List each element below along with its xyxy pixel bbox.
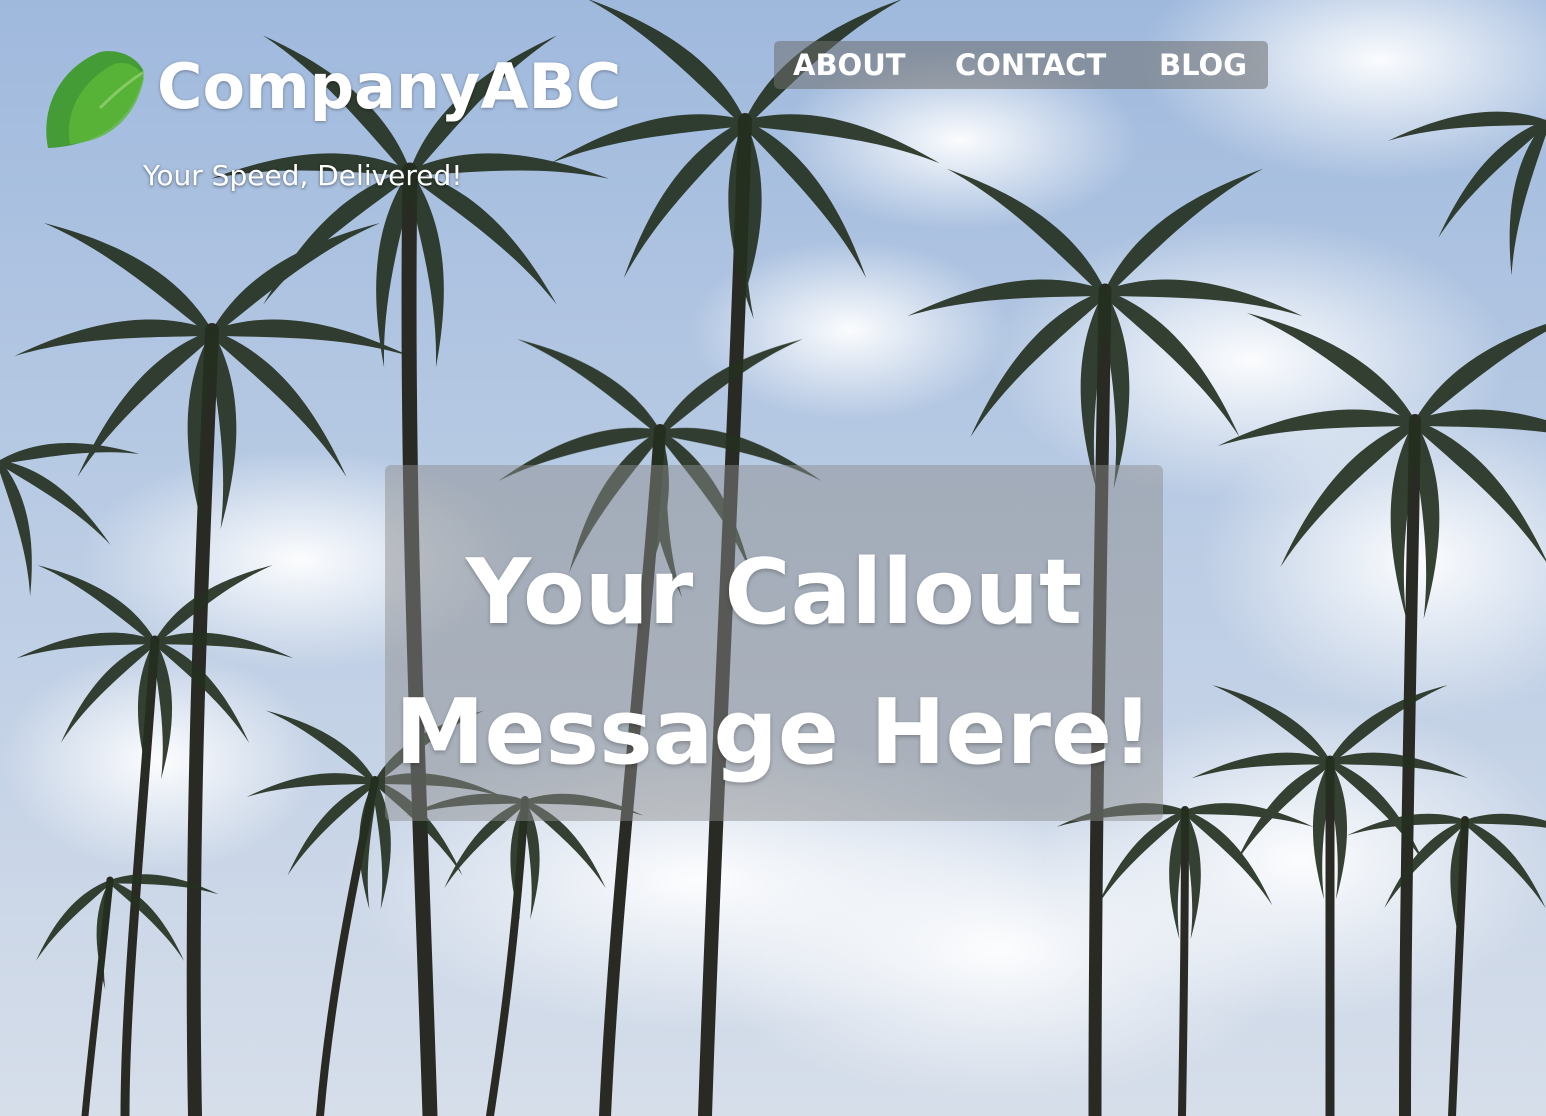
leaf-logo-icon[interactable] — [40, 48, 146, 154]
nav-link-about[interactable]: ABOUT — [793, 41, 906, 89]
company-name[interactable]: CompanyABC — [157, 48, 621, 126]
tagline: Your Speed, Delivered! — [143, 159, 463, 192]
callout-line-1: Your Callout — [466, 540, 1082, 645]
top-nav: ABOUT CONTACT BLOG — [774, 41, 1268, 89]
callout-line-2: Message Here! — [394, 680, 1154, 785]
callout-message: Your Callout Message Here! — [385, 523, 1163, 803]
callout-box: Your Callout Message Here! — [385, 465, 1163, 821]
nav-link-blog[interactable]: BLOG — [1159, 41, 1247, 89]
nav-link-contact[interactable]: CONTACT — [955, 41, 1106, 89]
